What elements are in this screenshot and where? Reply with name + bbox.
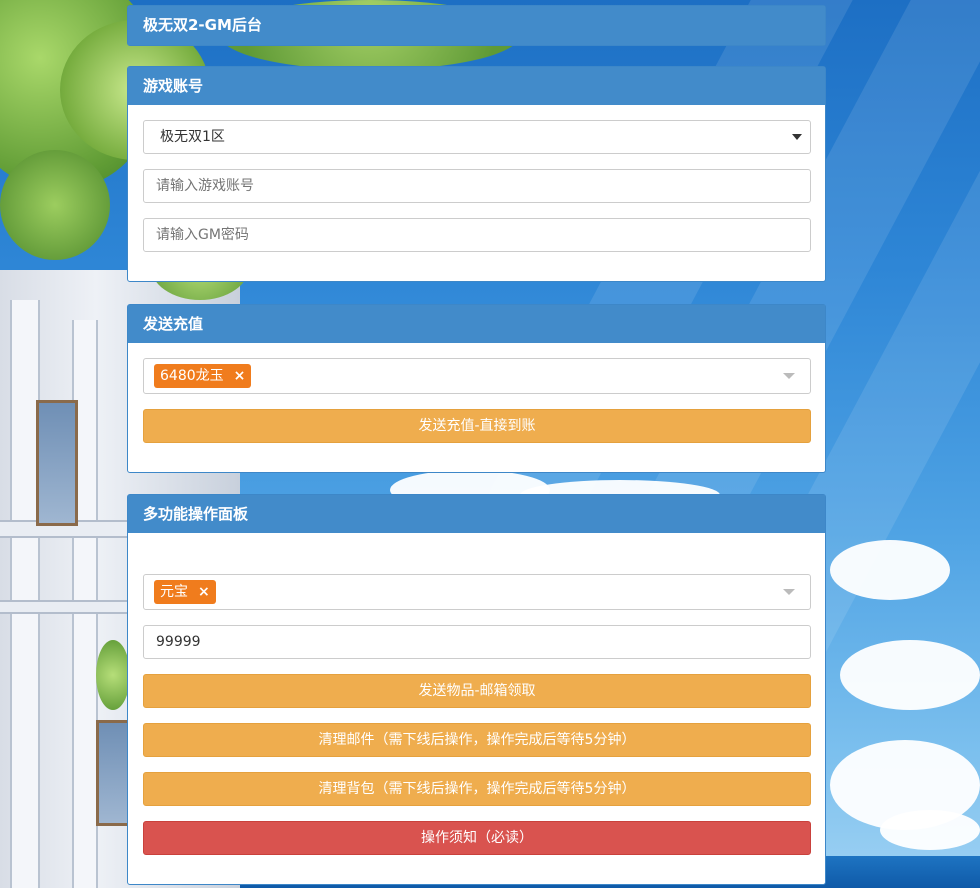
multi-panel-title: 多功能操作面板: [128, 495, 825, 533]
multi-function-panel: 多功能操作面板 元宝 × 发送物品-邮箱领取 清理邮件（需下线后操作，操作完成后…: [127, 494, 826, 885]
chevron-down-icon: [783, 589, 795, 595]
account-panel-body: 极无双1区: [128, 105, 825, 282]
tag-remove-icon[interactable]: ×: [198, 576, 210, 608]
server-select-value: 极无双1区: [160, 129, 225, 145]
clear-bag-button[interactable]: 清理背包（需下线后操作，操作完成后等待5分钟）: [143, 772, 811, 806]
quantity-input[interactable]: [143, 625, 811, 659]
recharge-panel-title: 发送充值: [128, 305, 825, 343]
selected-tag: 6480龙玉 ×: [154, 364, 252, 388]
tag-label: 元宝: [160, 584, 188, 600]
recharge-panel-body: 6480龙玉 × 发送充值-直接到账: [128, 343, 825, 473]
house-beam: [0, 600, 127, 614]
house-window: [36, 400, 78, 526]
cloud: [880, 810, 980, 850]
send-item-button[interactable]: 发送物品-邮箱领取: [143, 674, 811, 708]
gm-password-input[interactable]: [143, 218, 811, 252]
tree-foliage: [0, 150, 110, 260]
plant: [96, 640, 130, 710]
page-title: 极无双2-GM后台: [128, 6, 825, 45]
item-select[interactable]: 元宝 ×: [143, 574, 811, 610]
header-panel: 极无双2-GM后台: [127, 5, 826, 46]
tag-label: 6480龙玉: [160, 368, 224, 384]
cloud: [840, 640, 980, 710]
house-pillar: [10, 300, 40, 888]
chevron-down-icon: [783, 373, 795, 379]
tag-remove-icon[interactable]: ×: [234, 360, 246, 392]
chevron-down-icon: [792, 134, 802, 140]
server-select[interactable]: 极无双1区: [143, 120, 811, 154]
recharge-panel: 发送充值 6480龙玉 × 发送充值-直接到账: [127, 304, 826, 473]
recharge-item-select[interactable]: 6480龙玉 ×: [143, 358, 811, 394]
cloud: [830, 540, 950, 600]
multi-panel-body: 元宝 × 发送物品-邮箱领取 清理邮件（需下线后操作，操作完成后等待5分钟） 清…: [128, 533, 825, 885]
send-recharge-button[interactable]: 发送充值-直接到账: [143, 409, 811, 443]
instructions-button[interactable]: 操作须知（必读）: [143, 821, 811, 855]
account-input[interactable]: [143, 169, 811, 203]
clear-mail-button[interactable]: 清理邮件（需下线后操作，操作完成后等待5分钟）: [143, 723, 811, 757]
account-panel-title: 游戏账号: [128, 67, 825, 105]
account-panel: 游戏账号 极无双1区: [127, 66, 826, 282]
selected-tag: 元宝 ×: [154, 580, 216, 604]
